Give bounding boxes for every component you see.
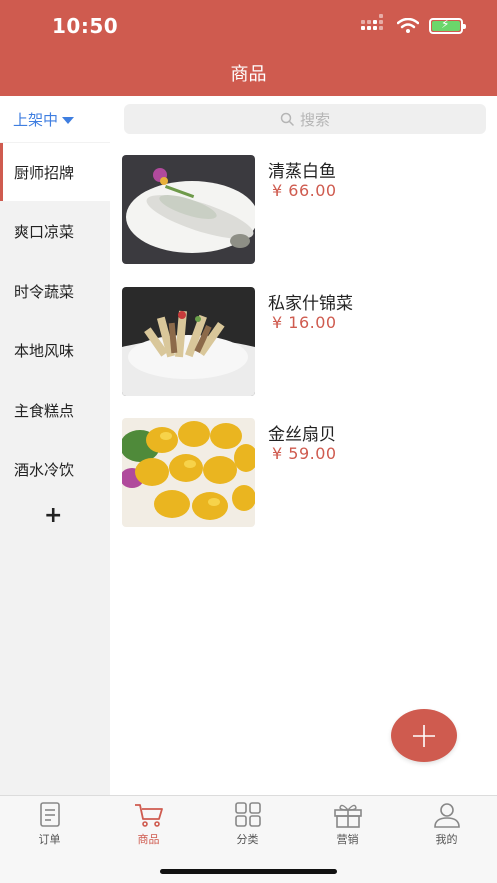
product-price: ¥ 66.00 (272, 181, 337, 200)
search-placeholder: 搜索 (299, 110, 330, 129)
product-name: 私家什锦菜 (268, 294, 353, 314)
user-icon (433, 803, 460, 828)
tab-label: 营销 (336, 833, 359, 846)
caret-down-icon (62, 116, 75, 124)
home-indicator (160, 869, 337, 874)
tab-label: 我的 (435, 833, 458, 846)
sidebar-item-staples-pastries[interactable]: 主食糕点 (0, 381, 110, 439)
search-icon (280, 112, 294, 126)
sidebar-item-label: 酒水冷饮 (14, 460, 75, 479)
add-category-button[interactable]: + (44, 503, 62, 528)
tab-marketing[interactable]: 营销 (298, 802, 397, 847)
app-header: 10:50 ⚡ 商品 (0, 0, 497, 96)
sidebar-item-label: 本地风味 (14, 341, 75, 360)
status-icons: ⚡ (361, 14, 466, 34)
category-sidebar: 上架中 厨师招牌 爽口凉菜 时令蔬菜 本地风味 主食糕点 酒水冷饮 + (0, 96, 110, 795)
status-time: 10:50 (52, 14, 119, 38)
wifi-icon (397, 18, 419, 33)
tab-orders[interactable]: 订单 (0, 802, 99, 847)
product-item[interactable]: 金丝扇贝 ¥ 59.00 (122, 418, 482, 528)
tab-label: 商品 (137, 833, 160, 846)
tab-categories[interactable]: 分类 (198, 802, 297, 847)
product-item[interactable]: 清蒸白鱼 ¥ 66.00 (122, 155, 482, 265)
sidebar-item-cold-dishes[interactable]: 爽口凉菜 (0, 202, 110, 260)
document-icon (39, 802, 60, 827)
sidebar-item-label: 爽口凉菜 (14, 222, 75, 241)
sidebar-item-label: 时令蔬菜 (14, 282, 75, 301)
tab-label: 分类 (236, 833, 259, 846)
page-title: 商品 (230, 64, 267, 85)
grid-icon (234, 802, 261, 827)
sidebar-item-label: 厨师招牌 (14, 163, 75, 182)
steamed-fish-photo (122, 155, 255, 264)
sidebar-item-label: 主食糕点 (14, 401, 75, 420)
product-price: ¥ 16.00 (272, 313, 337, 332)
cart-icon (134, 804, 163, 827)
tab-products[interactable]: 商品 (99, 802, 198, 847)
search-input[interactable]: 搜索 (124, 104, 486, 134)
status-filter-label: 上架中 (13, 110, 59, 129)
mixed-vegetables-photo (122, 287, 255, 396)
plus-icon (413, 724, 435, 747)
sidebar-item-seasonal-vegetables[interactable]: 时令蔬菜 (0, 262, 110, 320)
sidebar-item-local-flavors[interactable]: 本地风味 (0, 321, 110, 379)
golden-scallops-photo (122, 418, 255, 527)
tab-profile[interactable]: 我的 (397, 802, 496, 847)
product-item[interactable]: 私家什锦菜 ¥ 16.00 (122, 287, 482, 397)
sidebar-item-drinks[interactable]: 酒水冷饮 (0, 440, 110, 498)
tab-label: 订单 (38, 833, 61, 846)
product-price: ¥ 59.00 (272, 444, 337, 463)
battery-icon: ⚡ (429, 17, 466, 34)
status-filter-dropdown[interactable]: 上架中 (0, 96, 110, 142)
gift-icon (333, 804, 362, 828)
sidebar-item-chef-signature[interactable]: 厨师招牌 (0, 143, 110, 201)
add-product-button[interactable] (391, 709, 457, 762)
product-name: 清蒸白鱼 (268, 162, 336, 182)
product-name: 金丝扇贝 (268, 425, 336, 445)
cellular-signal-icon (361, 14, 387, 34)
